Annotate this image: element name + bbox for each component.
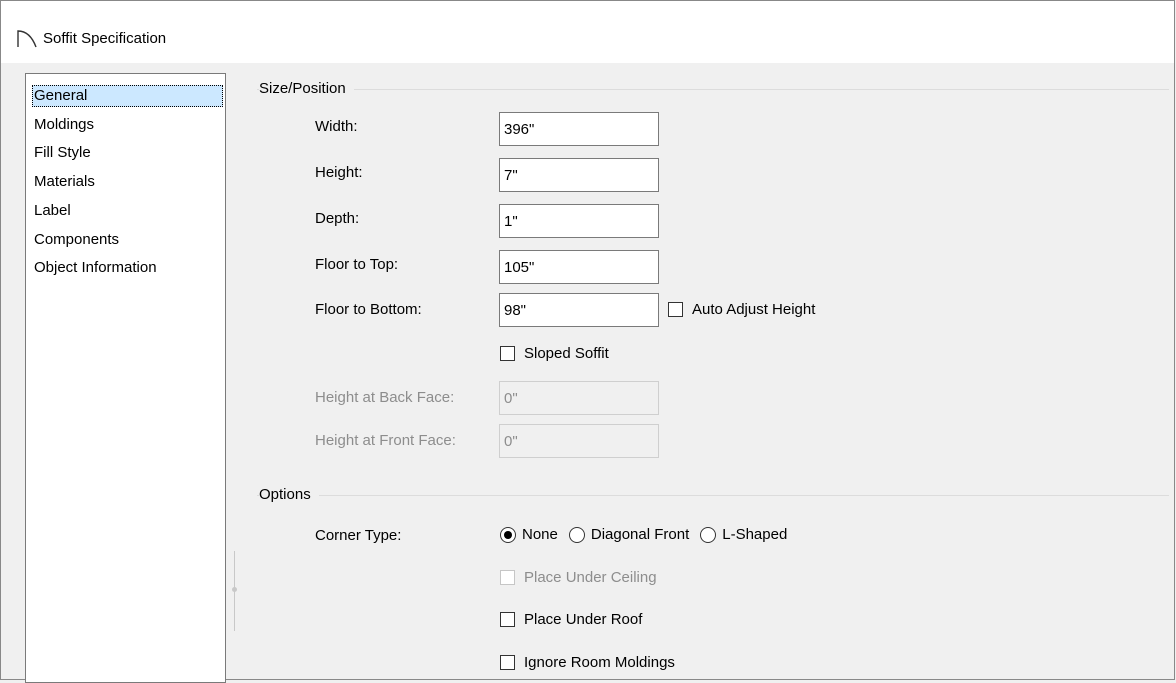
nav-item-fill-style[interactable]: Fill Style xyxy=(32,142,93,164)
place-under-ceiling-checkbox xyxy=(500,570,515,585)
floor-to-bottom-label: Floor to Bottom: xyxy=(315,301,422,318)
corner-diagonal-front-label[interactable]: Diagonal Front xyxy=(591,526,689,543)
title-bar: Soffit Specification xyxy=(1,1,1174,63)
soffit-arc-icon xyxy=(17,30,37,48)
corner-none-radio[interactable] xyxy=(500,526,516,543)
place-under-ceiling-label: Place Under Ceiling xyxy=(524,569,657,586)
sloped-soffit-checkbox[interactable] xyxy=(500,346,515,361)
width-label: Width: xyxy=(315,118,358,135)
height-front-face-label: Height at Front Face: xyxy=(315,432,456,449)
corner-type-label: Corner Type: xyxy=(315,527,402,544)
depth-label: Depth: xyxy=(315,210,360,227)
splitter-grip[interactable] xyxy=(232,587,237,592)
category-list[interactable]: General Moldings Fill Style Materials La… xyxy=(25,73,226,683)
options-divider xyxy=(257,495,1169,496)
corner-l-shaped-radio[interactable] xyxy=(700,526,717,543)
height-label: Height: xyxy=(315,164,363,181)
place-under-roof-checkbox[interactable] xyxy=(500,612,515,627)
floor-to-bottom-input[interactable] xyxy=(499,293,659,327)
nav-item-object-information[interactable]: Object Information xyxy=(32,257,159,279)
ignore-room-moldings-checkbox[interactable] xyxy=(500,655,515,670)
nav-item-materials[interactable]: Materials xyxy=(32,171,97,193)
height-back-face-input xyxy=(499,381,659,415)
size-position-heading: Size/Position xyxy=(259,80,354,97)
window-title: Soffit Specification xyxy=(43,30,167,47)
corner-type-radio-group: None Diagonal Front L-Shaped xyxy=(500,526,798,543)
auto-adjust-height-checkbox[interactable] xyxy=(668,302,683,317)
height-back-face-label: Height at Back Face: xyxy=(315,389,455,406)
nav-item-general[interactable]: General xyxy=(32,85,223,107)
floor-to-top-label: Floor to Top: xyxy=(315,256,399,273)
nav-item-moldings[interactable]: Moldings xyxy=(32,114,96,136)
radio-selected-dot xyxy=(504,530,512,539)
height-front-face-input xyxy=(499,424,659,458)
soffit-specification-dialog: Soffit Specification General Moldings Fi… xyxy=(0,0,1175,683)
depth-input[interactable] xyxy=(499,204,659,238)
size-position-divider xyxy=(257,89,1169,90)
corner-diagonal-front-radio[interactable] xyxy=(568,526,585,543)
auto-adjust-height-label[interactable]: Auto Adjust Height xyxy=(692,301,815,318)
nav-item-label[interactable]: Label xyxy=(32,200,73,222)
sloped-soffit-label[interactable]: Sloped Soffit xyxy=(524,345,609,362)
ignore-room-moldings-option[interactable]: Ignore Room Moldings xyxy=(500,654,675,671)
options-heading: Options xyxy=(259,486,319,503)
place-under-ceiling-option: Place Under Ceiling xyxy=(500,569,657,586)
auto-adjust-height-option[interactable]: Auto Adjust Height xyxy=(668,301,815,318)
corner-l-shaped-label[interactable]: L-Shaped xyxy=(722,526,787,543)
floor-to-top-input[interactable] xyxy=(499,250,659,284)
place-under-roof-label[interactable]: Place Under Roof xyxy=(524,611,642,628)
width-input[interactable] xyxy=(499,112,659,146)
corner-none-label[interactable]: None xyxy=(522,526,558,543)
height-input[interactable] xyxy=(499,158,659,192)
sloped-soffit-option[interactable]: Sloped Soffit xyxy=(500,345,609,362)
nav-item-components[interactable]: Components xyxy=(32,229,121,251)
ignore-room-moldings-label[interactable]: Ignore Room Moldings xyxy=(524,654,675,671)
place-under-roof-option[interactable]: Place Under Roof xyxy=(500,611,642,628)
